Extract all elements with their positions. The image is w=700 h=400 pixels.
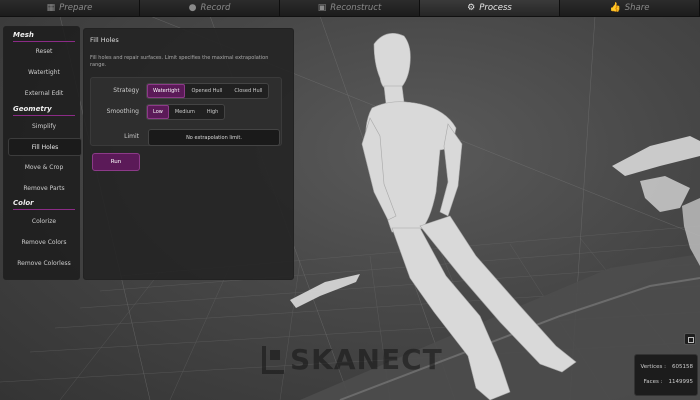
vertices-value: 605158 <box>672 364 693 370</box>
prepare-icon: ▦ <box>46 3 56 13</box>
reconstruct-icon: ▣ <box>317 3 327 13</box>
tab-prepare[interactable]: ▦ Prepare <box>0 0 140 16</box>
sidebar-item-fill-holes[interactable]: Fill Holes <box>8 138 82 156</box>
smoothing-option-low[interactable]: Low <box>147 105 169 119</box>
thumbs-up-icon: 👍 <box>609 3 621 13</box>
section-divider <box>13 115 75 116</box>
tab-record[interactable]: ● Record <box>140 0 280 16</box>
mesh-stats: Vertices : 605158 Faces : 1149995 <box>634 354 698 396</box>
panel-title: Fill Holes <box>90 36 119 44</box>
strategy-option-opened-hull[interactable]: Opened Hull <box>185 84 228 98</box>
strategy-option-watertight[interactable]: Watertight <box>147 84 186 98</box>
tab-label: Reconstruct <box>330 3 382 13</box>
faces-value: 1149995 <box>668 379 694 385</box>
tab-share[interactable]: 👍 Share <box>560 0 700 16</box>
watermark-text: SKANECT <box>290 343 443 376</box>
sidebar-item-reset[interactable]: Reset <box>8 43 80 59</box>
sidebar-item-remove-parts[interactable]: Remove Parts <box>8 180 80 196</box>
gear-icon: ⚙ <box>467 3 476 13</box>
sidebar-item-watertight[interactable]: Watertight <box>8 64 80 80</box>
view-mode-button[interactable] <box>684 333 696 345</box>
tab-label: Share <box>624 3 650 13</box>
strategy-label: Strategy <box>113 87 139 94</box>
limit-label: Limit <box>124 133 139 140</box>
skanect-logo-icon <box>262 345 284 374</box>
sidebar-item-remove-colorless[interactable]: Remove Colorless <box>8 255 80 271</box>
sidebar-item-move-crop[interactable]: Move & Crop <box>8 159 80 175</box>
strategy-option-closed-hull[interactable]: Closed Hull <box>228 84 268 98</box>
vertices-label: Vertices : <box>640 364 666 370</box>
sidebar-item-external-edit[interactable]: External Edit <box>8 85 80 101</box>
tab-label: Process <box>479 3 512 13</box>
skanect-watermark: SKANECT <box>262 343 443 376</box>
sidebar: Mesh Reset Watertight External Edit Geom… <box>3 26 82 280</box>
section-divider <box>13 209 75 210</box>
sidebar-item-remove-colors[interactable]: Remove Colors <box>8 234 80 250</box>
faces-label: Faces : <box>643 379 663 385</box>
limit-field[interactable]: No extrapolation limit. <box>148 129 280 146</box>
smoothing-label: Smoothing <box>106 108 139 115</box>
tab-label: Record <box>200 3 231 13</box>
fill-holes-panel: Fill Holes Fill holes and repair surface… <box>83 28 294 280</box>
smoothing-option-high[interactable]: High <box>201 105 225 119</box>
options-box: Strategy Watertight Opened Hull Closed H… <box>90 77 282 146</box>
run-button[interactable]: Run <box>92 153 140 171</box>
sidebar-item-simplify[interactable]: Simplify <box>8 118 80 134</box>
section-divider <box>13 41 75 42</box>
section-title-color: Color <box>13 199 34 207</box>
scan-fragment-left <box>290 274 360 308</box>
section-title-mesh: Mesh <box>13 31 34 39</box>
smoothing-selector: Low Medium High <box>146 104 226 120</box>
tab-reconstruct[interactable]: ▣ Reconstruct <box>280 0 420 16</box>
smoothing-option-medium[interactable]: Medium <box>169 105 201 119</box>
record-icon: ● <box>188 3 197 13</box>
scan-fragment-right <box>612 136 700 176</box>
panel-description: Fill holes and repair surfaces. Limit sp… <box>90 55 269 68</box>
tab-label: Prepare <box>59 3 93 13</box>
section-title-geometry: Geometry <box>13 105 52 113</box>
workflow-bar: ▦ Prepare ● Record ▣ Reconstruct ⚙ Proce… <box>0 0 700 17</box>
sidebar-item-colorize[interactable]: Colorize <box>8 213 80 229</box>
tab-process[interactable]: ⚙ Process <box>420 0 560 16</box>
strategy-selector: Watertight Opened Hull Closed Hull <box>146 83 270 99</box>
